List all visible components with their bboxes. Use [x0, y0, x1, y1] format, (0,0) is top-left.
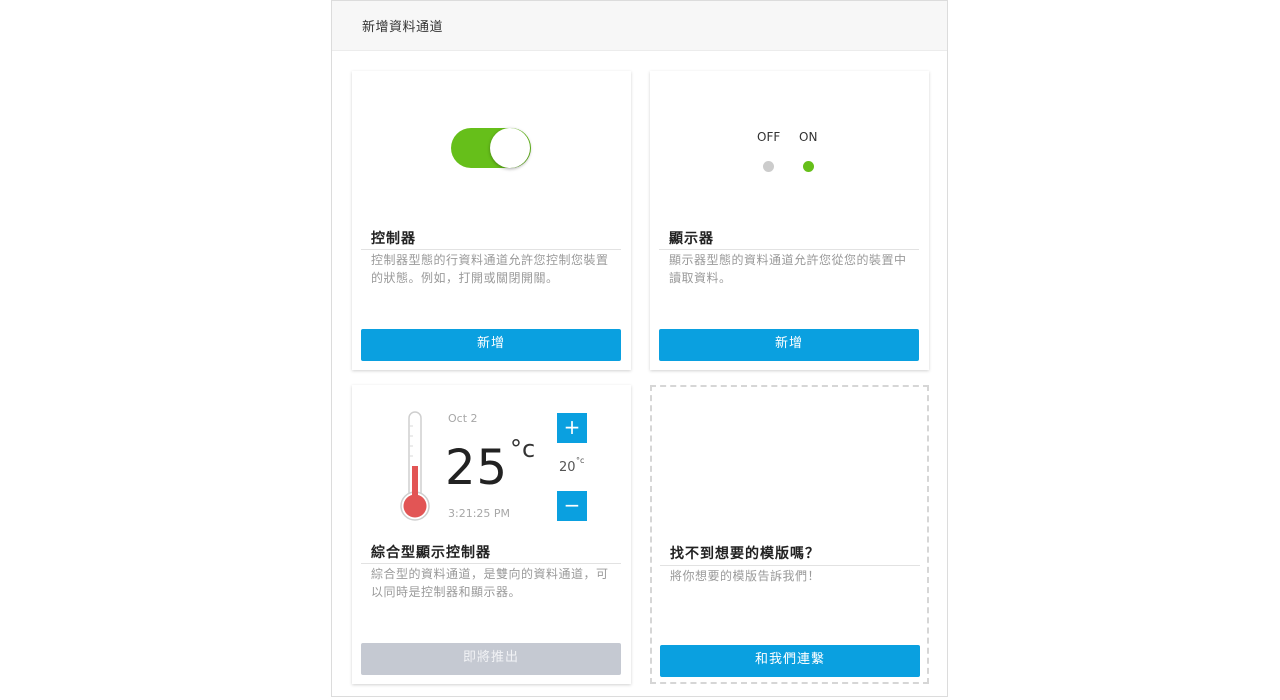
- off-label: OFF: [757, 130, 781, 144]
- controller-card: 控制器 控制器型態的行資料通道允許您控制您裝置的狀態。例如，打開或關閉開關。 新…: [352, 71, 631, 370]
- card-title: 找不到想要的模版嗎？: [670, 546, 820, 562]
- off-indicator-dot: [763, 161, 774, 172]
- temperature-unit: °c: [510, 435, 536, 463]
- date-label: Oct 2: [448, 412, 478, 425]
- set-temperature: 20: [559, 460, 576, 475]
- card-description: 綜合型的資料通道，是雙向的資料通道，可以同時是控制器和顯示器。: [371, 567, 609, 599]
- thermometer-icon: [400, 411, 430, 521]
- toggle-switch: [451, 128, 531, 168]
- add-display-button[interactable]: 新增: [659, 329, 919, 361]
- set-temperature-unit: °c: [576, 456, 585, 465]
- card-title: 顯示器: [669, 231, 714, 247]
- divider: [660, 565, 920, 566]
- card-description: 將你想要的模版告訴我們！: [670, 569, 821, 583]
- toggle-knob: [490, 128, 530, 168]
- combined-card: Oct 2 25 °c 3:21:25 PM + 20 °c − 綜合型顯示控制…: [352, 385, 631, 684]
- divider: [361, 563, 621, 564]
- decrease-button[interactable]: −: [557, 491, 587, 521]
- on-label: ON: [799, 130, 818, 144]
- add-controller-button[interactable]: 新增: [361, 329, 621, 361]
- card-description: 控制器型態的行資料通道允許您控制您裝置的狀態。例如，打開或關閉開關。: [371, 253, 609, 285]
- time-label: 3:21:25 PM: [448, 507, 511, 520]
- coming-soon-button: 即將推出: [361, 643, 621, 675]
- on-indicator-dot: [803, 161, 814, 172]
- divider: [659, 249, 919, 250]
- contact-us-button[interactable]: 和我們連繫: [660, 645, 920, 677]
- divider: [361, 249, 621, 250]
- template-request-card: 找不到想要的模版嗎？ 將你想要的模版告訴我們！ 和我們連繫: [650, 385, 929, 684]
- display-card: OFF ON 顯示器 顯示器型態的資料通道允許您從您的裝置中讀取資料。 新增: [650, 71, 929, 370]
- card-title: 控制器: [371, 231, 416, 247]
- card-description: 顯示器型態的資料通道允許您從您的裝置中讀取資料。: [669, 253, 907, 285]
- panel-title: 新增資料通道: [362, 20, 444, 35]
- current-temperature: 25: [445, 440, 509, 496]
- panel-header: 新增資料通道: [332, 1, 947, 51]
- card-title: 綜合型顯示控制器: [371, 545, 491, 561]
- add-datastream-panel: 新增資料通道 控制器 控制器型態的行資料通道允許您控制您裝置的狀態。例如，打開或…: [331, 0, 948, 697]
- increase-button[interactable]: +: [557, 413, 587, 443]
